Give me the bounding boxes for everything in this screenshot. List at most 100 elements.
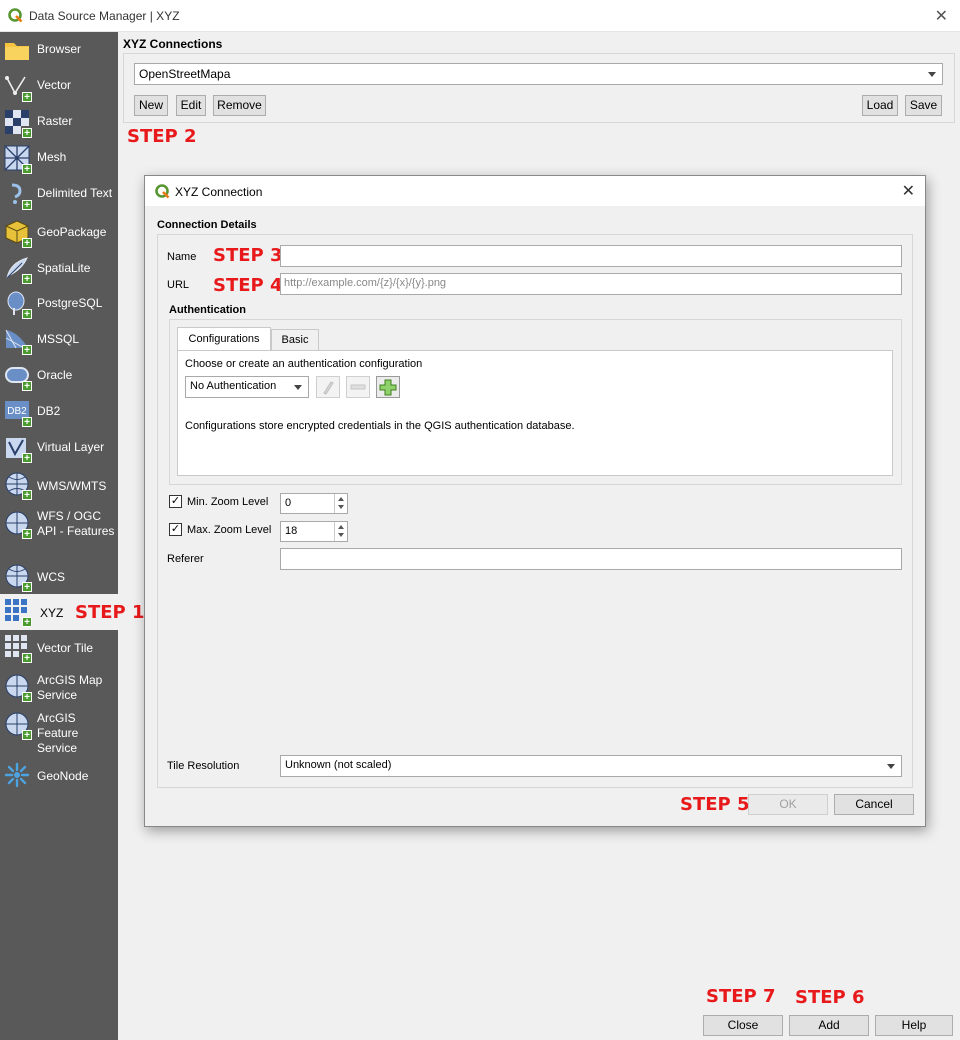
sidebar-item-wcs[interactable]: + WCS	[0, 558, 118, 594]
sidebar-item-label: DB2	[37, 404, 61, 418]
sidebar-item-geonode[interactable]: GeoNode	[0, 758, 118, 794]
sidebar-item-geopackage[interactable]: + GeoPackage	[0, 212, 118, 249]
minus-icon	[350, 384, 366, 390]
xyz-connections-title: XYZ Connections	[123, 37, 223, 51]
connection-details-title: Connection Details	[157, 219, 257, 231]
sidebar-item-label: Vector Tile	[37, 641, 94, 655]
add-plus-icon: +	[22, 617, 32, 628]
sidebar-item-label: Raster	[37, 114, 73, 128]
url-input[interactable]: http://example.com/{z}/{x}/{y}.png	[280, 273, 902, 295]
spin-up-icon[interactable]	[338, 525, 344, 529]
window-close-icon[interactable]: ✕	[935, 6, 948, 26]
spin-arrows[interactable]	[334, 522, 347, 541]
sidebar-item-delimited-text[interactable]: + Delimited Text	[0, 176, 118, 212]
sidebar-item-label: ArcGIS Map Service	[37, 673, 103, 702]
auth-note-text: Configurations store encrypted credentia…	[185, 420, 575, 432]
load-connections-button[interactable]: Load	[862, 95, 898, 116]
close-button[interactable]: Close	[703, 1015, 783, 1036]
sidebar-item-label: PostgreSQL	[37, 296, 103, 310]
spin-down-icon[interactable]	[338, 533, 344, 537]
tile-resolution-value: Unknown (not scaled)	[285, 759, 392, 771]
sidebar-item-arcgis-feature[interactable]: + ArcGIS Feature Service	[0, 708, 118, 755]
add-plus-icon: +	[22, 529, 32, 540]
dialog-titlebar: XYZ Connection ✕	[145, 176, 925, 206]
folder-icon	[5, 43, 29, 60]
remove-auth-button[interactable]	[346, 376, 370, 398]
add-plus-icon: +	[22, 381, 32, 392]
name-label: Name	[167, 251, 197, 263]
authentication-title: Authentication	[169, 304, 246, 316]
remove-connection-button[interactable]: Remove	[213, 95, 266, 116]
tile-resolution-label: Tile Resolution	[167, 760, 240, 772]
name-input[interactable]	[280, 245, 902, 267]
spin-arrows[interactable]	[334, 494, 347, 513]
choose-auth-text: Choose or create an authentication confi…	[185, 358, 423, 370]
help-button[interactable]: Help	[875, 1015, 953, 1036]
min-zoom-value: 0	[285, 497, 292, 509]
sidebar-item-spatialite[interactable]: + SpatiaLite	[0, 248, 118, 285]
add-plus-icon: +	[22, 200, 32, 211]
add-button[interactable]: Add	[789, 1015, 869, 1036]
max-zoom-spinbox[interactable]: 18	[280, 521, 348, 542]
sidebar-item-label: Vector	[37, 78, 72, 92]
add-plus-icon: +	[22, 309, 32, 320]
step7-annotation: STEP 7	[706, 986, 776, 1007]
sidebar-item-label: Browser	[37, 42, 82, 56]
new-connection-button[interactable]: New	[134, 95, 168, 116]
window-title: Data Source Manager | XYZ	[29, 9, 180, 23]
sidebar-item-virtual-layer[interactable]: + Virtual Layer	[0, 428, 118, 464]
auth-config-select[interactable]: No Authentication	[185, 376, 309, 398]
sidebar-item-oracle[interactable]: + Oracle	[0, 356, 118, 392]
sidebar-item-mesh[interactable]: + Mesh	[0, 140, 118, 176]
geonode-icon	[4, 762, 30, 788]
sidebar-item-wms-wmts[interactable]: + WMS/WMTS	[0, 466, 118, 502]
xyz-connection-dialog: XYZ Connection ✕ Connection Details Name…	[144, 175, 926, 827]
spin-up-icon[interactable]	[338, 497, 344, 501]
min-zoom-spinbox[interactable]: 0	[280, 493, 348, 514]
sidebar-item-mssql[interactable]: + MSSQL	[0, 320, 118, 356]
referer-input[interactable]	[280, 548, 902, 570]
spin-down-icon[interactable]	[338, 505, 344, 509]
sidebar-item-label: WFS / OGC API - Features	[37, 509, 115, 538]
save-connections-button[interactable]: Save	[905, 95, 942, 116]
cancel-button[interactable]: Cancel	[834, 794, 914, 815]
sidebar-item-vector[interactable]: + Vector	[0, 68, 118, 104]
sidebar-item-vector-tile[interactable]: + Vector Tile	[0, 630, 118, 666]
max-zoom-checkbox[interactable]: ✓	[169, 523, 182, 536]
min-zoom-label: Min. Zoom Level	[187, 496, 269, 508]
sidebar-item-postgresql[interactable]: + PostgreSQL	[0, 284, 118, 320]
dialog-title: XYZ Connection	[175, 185, 263, 199]
add-plus-icon: +	[22, 92, 32, 103]
sidebar-item-label: GeoNode	[37, 769, 89, 783]
tab-configurations[interactable]: Configurations	[177, 327, 271, 351]
add-plus-icon: +	[22, 417, 32, 428]
connection-details-group	[157, 234, 913, 788]
tab-basic[interactable]: Basic	[271, 329, 319, 351]
qgis-logo-icon	[155, 184, 170, 199]
tile-resolution-select[interactable]: Unknown (not scaled)	[280, 755, 902, 777]
dialog-close-icon[interactable]: ✕	[902, 181, 915, 201]
max-zoom-value: 18	[285, 525, 298, 537]
add-plus-icon: +	[22, 730, 32, 741]
edit-connection-button[interactable]: Edit	[176, 95, 206, 116]
svg-text:DB2: DB2	[7, 406, 27, 417]
add-auth-button[interactable]	[376, 376, 400, 398]
sidebar-item-label: Delimited Text	[37, 186, 113, 200]
chevron-down-icon	[294, 385, 302, 390]
add-plus-icon	[379, 379, 397, 396]
min-zoom-checkbox[interactable]: ✓	[169, 495, 182, 508]
add-plus-icon: +	[22, 164, 32, 175]
add-plus-icon: +	[22, 238, 32, 249]
sidebar-item-raster[interactable]: + Raster	[0, 104, 118, 140]
add-plus-icon: +	[22, 692, 32, 703]
sidebar-item-wfs-ogc[interactable]: + WFS / OGC API - Features	[0, 506, 118, 542]
sidebar-item-browser[interactable]: Browser	[0, 32, 118, 68]
chevron-down-icon	[887, 764, 895, 769]
sidebar-item-db2[interactable]: DB2 + DB2	[0, 392, 118, 428]
edit-auth-button[interactable]	[316, 376, 340, 398]
ok-button[interactable]: OK	[748, 794, 828, 815]
max-zoom-label: Max. Zoom Level	[187, 524, 272, 536]
qgis-logo-icon	[8, 8, 23, 23]
connection-select[interactable]: OpenStreetMapa	[134, 63, 943, 85]
sidebar-item-arcgis-map[interactable]: + ArcGIS Map Service	[0, 670, 118, 706]
